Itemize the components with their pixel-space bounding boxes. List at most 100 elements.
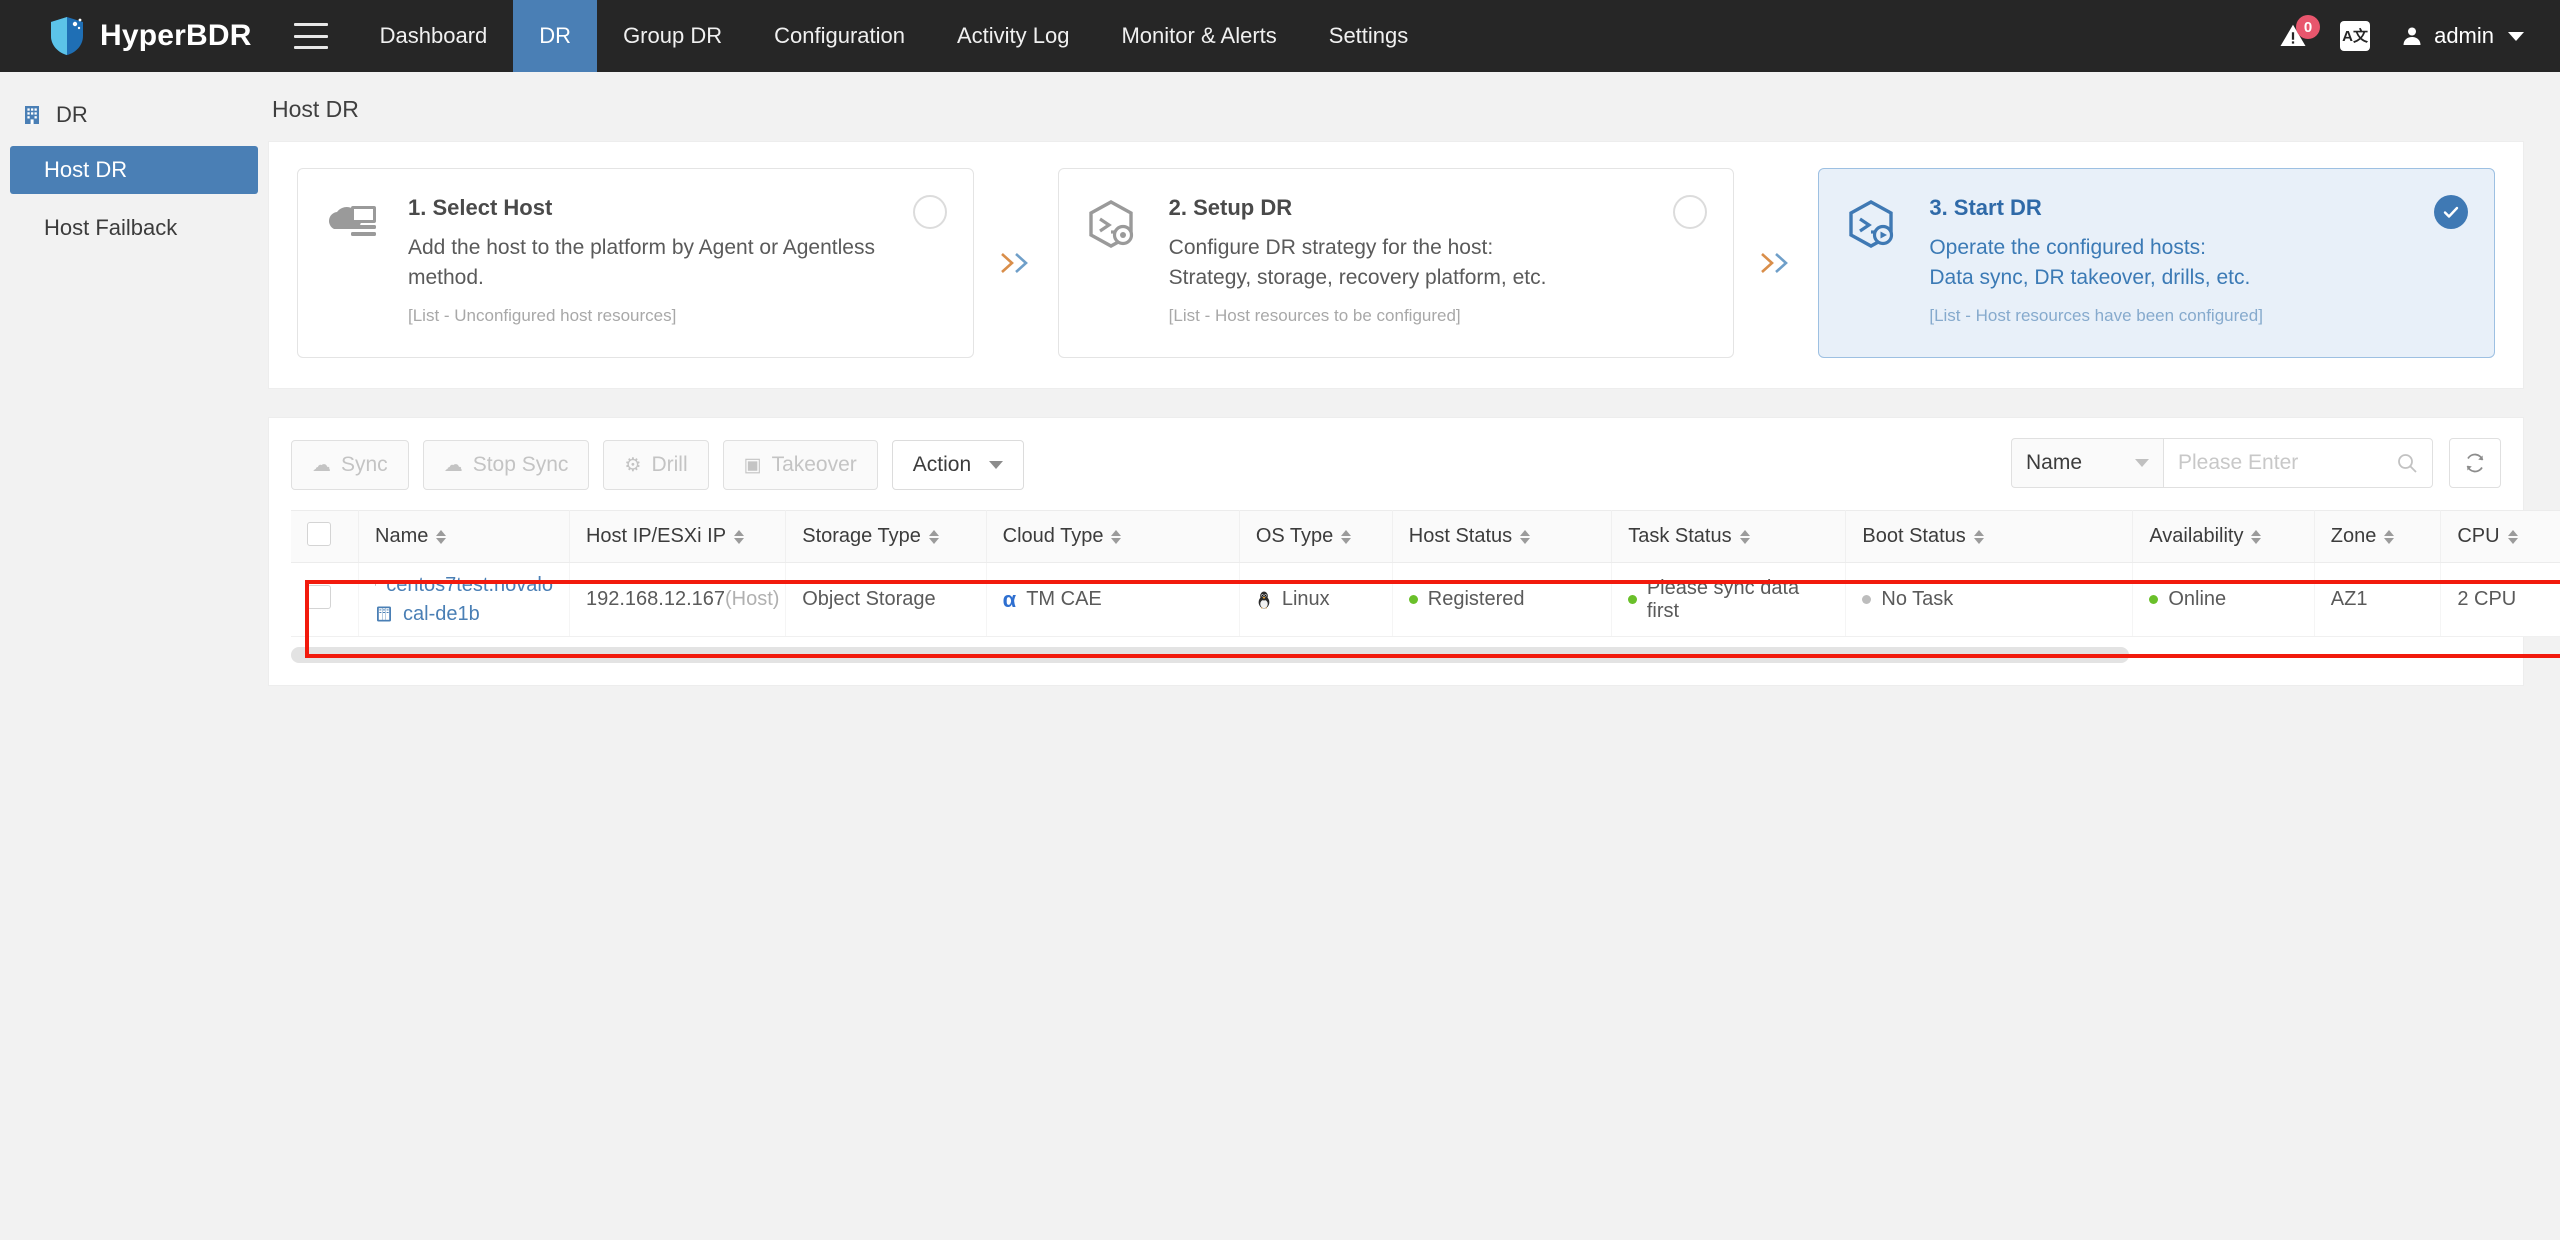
boot-status-value: No Task bbox=[1881, 588, 1954, 610]
step-3-desc-line-2: Data sync, DR takeover, drills, etc. bbox=[1929, 266, 2251, 290]
sidebar-item-host-dr[interactable]: Host DR bbox=[10, 146, 258, 194]
takeover-button[interactable]: ▣ Takeover bbox=[722, 440, 878, 490]
table-row[interactable]: centos7test.novalo cal-de1b 192.168.12.1… bbox=[291, 562, 2560, 637]
alerts-button[interactable]: 0 bbox=[2276, 15, 2321, 53]
step-3-note: [List - Host resources have been configu… bbox=[1929, 305, 2263, 325]
host-dr-table-panel: ☁ Sync ☁ Stop Sync ⚙ Drill ▣ Takeover Ac… bbox=[268, 417, 2560, 686]
host-name-link[interactable]: centos7test.novalo bbox=[386, 574, 553, 597]
sort-icon[interactable] bbox=[734, 529, 745, 544]
drill-button[interactable]: ⚙ Drill bbox=[603, 440, 709, 490]
search-input[interactable] bbox=[2178, 451, 2378, 475]
host-group-link[interactable]: cal-de1b bbox=[403, 603, 480, 626]
stop-sync-button-label: Stop Sync bbox=[472, 453, 569, 476]
nav-item-settings[interactable]: Settings bbox=[1303, 0, 1435, 72]
action-button-label: Action bbox=[912, 453, 972, 476]
user-menu[interactable]: admin bbox=[2400, 23, 2524, 49]
sort-icon[interactable] bbox=[1739, 529, 1750, 544]
chevron-down-icon bbox=[989, 461, 1004, 469]
row-host-status-cell: Registered bbox=[1392, 562, 1613, 637]
col-name[interactable]: Name bbox=[358, 510, 570, 563]
horizontal-scrollbar-thumb[interactable] bbox=[291, 647, 2129, 663]
table-header-row: Name Host IP/ESXi IP Storage Type Cloud … bbox=[291, 510, 2560, 563]
col-os-type-label: OS Type bbox=[1255, 525, 1334, 547]
sort-icon[interactable] bbox=[2251, 529, 2262, 544]
sort-icon[interactable] bbox=[1973, 529, 1984, 544]
row-checkbox[interactable] bbox=[307, 584, 331, 609]
col-zone[interactable]: Zone bbox=[2314, 510, 2442, 563]
horizontal-scrollbar[interactable] bbox=[291, 647, 2501, 663]
hamburger-icon[interactable] bbox=[293, 23, 328, 49]
sync-button[interactable]: ☁ Sync bbox=[291, 440, 409, 490]
col-availability[interactable]: Availability bbox=[2132, 510, 2315, 563]
nav-item-configuration[interactable]: Configuration bbox=[748, 0, 931, 72]
step-3-title: 3. Start DR bbox=[1929, 195, 2042, 220]
table-body: centos7test.novalo cal-de1b 192.168.12.1… bbox=[291, 562, 2560, 637]
user-name: admin bbox=[2434, 23, 2494, 48]
search-field-select[interactable]: Name bbox=[2011, 438, 2163, 488]
col-boot-status-label: Boot Status bbox=[1862, 525, 1966, 547]
col-task-status[interactable]: Task Status bbox=[1611, 510, 1847, 563]
user-avatar-icon bbox=[2403, 27, 2421, 45]
nav-item-activity-log[interactable]: Activity Log bbox=[931, 0, 1096, 72]
select-all-checkbox[interactable] bbox=[307, 521, 331, 546]
stop-sync-button[interactable]: ☁ Stop Sync bbox=[422, 440, 590, 490]
col-select-all bbox=[291, 510, 359, 563]
row-boot-status-cell: No Task bbox=[1845, 562, 2134, 637]
top-navigation-bar: HyperBDR Dashboard DR Group DR Configura… bbox=[0, 0, 2560, 72]
col-cpu[interactable]: CPU bbox=[2440, 510, 2560, 563]
availability-value: Online bbox=[2168, 588, 2227, 610]
row-ip-cell: 192.168.12.167(Host) bbox=[569, 562, 787, 637]
row-cpu-cell: 2 CPU bbox=[2440, 562, 2560, 637]
brand-logo-area[interactable]: HyperBDR bbox=[0, 16, 286, 56]
row-task-status-cell: Please sync data first bbox=[1611, 562, 1847, 637]
step-3-desc-line-1: Operate the configured hosts: bbox=[1929, 236, 2207, 259]
step-card-setup-dr[interactable]: 2. Setup DR Configure DR strategy for th… bbox=[1057, 168, 1735, 358]
task-status-value: Please sync data first bbox=[1646, 576, 1800, 622]
row-availability-cell: Online bbox=[2132, 562, 2315, 637]
cloud-sync-icon: ☁ bbox=[312, 454, 331, 476]
col-ip[interactable]: Host IP/ESXi IP bbox=[569, 510, 787, 563]
sort-icon[interactable] bbox=[1341, 529, 1352, 544]
status-dot-green-icon bbox=[1628, 595, 1637, 604]
col-os-type[interactable]: OS Type bbox=[1239, 510, 1393, 563]
sort-icon[interactable] bbox=[1111, 529, 1122, 544]
table-scroll-area: Name Host IP/ESXi IP Storage Type Cloud … bbox=[291, 510, 2560, 663]
refresh-button[interactable] bbox=[2449, 438, 2501, 488]
sidebar-item-host-failback[interactable]: Host Failback bbox=[10, 204, 258, 252]
page-title: Host DR bbox=[272, 96, 359, 122]
step-2-title: 2. Setup DR bbox=[1168, 195, 1293, 220]
sort-icon[interactable] bbox=[2507, 529, 2518, 544]
action-dropdown-button[interactable]: Action bbox=[891, 440, 1025, 490]
col-storage-type[interactable]: Storage Type bbox=[785, 510, 987, 563]
step-2-texts: 2. Setup DR Configure DR strategy for th… bbox=[1169, 195, 1708, 335]
status-dot-grey-icon bbox=[1862, 595, 1872, 604]
sort-icon[interactable] bbox=[928, 529, 939, 544]
nav-item-dashboard[interactable]: Dashboard bbox=[354, 0, 514, 72]
col-boot-status[interactable]: Boot Status bbox=[1845, 510, 2134, 563]
takeover-button-label: Takeover bbox=[771, 453, 857, 476]
step-3-texts: 3. Start DR Operate the configured hosts… bbox=[1929, 195, 2468, 335]
sort-icon[interactable] bbox=[1520, 529, 1531, 544]
row-cloud-type-cell: α TM CAE bbox=[986, 562, 1240, 637]
search-icon[interactable] bbox=[2396, 452, 2418, 474]
header-actions: 0 A文 admin bbox=[2276, 0, 2524, 72]
col-name-label: Name bbox=[375, 525, 429, 547]
col-task-status-label: Task Status bbox=[1628, 525, 1732, 547]
step-separator-2-icon bbox=[1734, 168, 1818, 358]
nav-item-group-dr[interactable]: Group DR bbox=[597, 0, 748, 72]
col-cloud-type[interactable]: Cloud Type bbox=[986, 510, 1240, 563]
sort-icon[interactable] bbox=[2384, 529, 2395, 544]
col-host-status[interactable]: Host Status bbox=[1392, 510, 1613, 563]
server-rack-icon bbox=[377, 606, 391, 622]
page-layout: DR Host DR Host Failback Host DR 1. Sele… bbox=[0, 72, 2560, 1240]
nav-item-monitor-alerts[interactable]: Monitor & Alerts bbox=[1095, 0, 1302, 72]
nav-item-dr[interactable]: DR bbox=[513, 0, 598, 72]
select-host-icon bbox=[324, 195, 388, 335]
step-card-start-dr[interactable]: 3. Start DR Operate the configured hosts… bbox=[1818, 168, 2496, 358]
main-nav: Dashboard DR Group DR Configuration Acti… bbox=[354, 0, 1435, 72]
linux-penguin-icon bbox=[1258, 591, 1270, 609]
step-1-desc-line-1: Add the host to the platform by Agent or… bbox=[408, 236, 875, 290]
sort-icon[interactable] bbox=[436, 529, 447, 544]
step-card-select-host[interactable]: 1. Select Host Add the host to the platf… bbox=[297, 168, 974, 358]
language-switch-icon[interactable]: A文 bbox=[2340, 21, 2371, 51]
